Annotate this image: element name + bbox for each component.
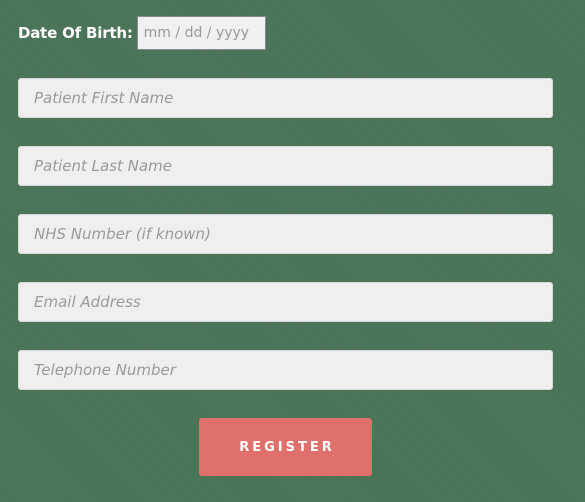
date-of-birth-placeholder: mm / dd / yyyy (143, 25, 250, 41)
date-of-birth-input[interactable]: mm / dd / yyyy (136, 16, 266, 50)
telephone-number-input[interactable] (18, 350, 553, 390)
date-of-birth-row: Date Of Birth: mm / dd / yyyy (18, 16, 266, 50)
register-button[interactable]: REGISTER (199, 418, 372, 476)
nhs-number-input[interactable] (18, 214, 553, 254)
patient-last-name-input[interactable] (18, 146, 553, 186)
date-of-birth-label: Date Of Birth: (18, 24, 133, 42)
email-address-input[interactable] (18, 282, 553, 322)
patient-first-name-input[interactable] (18, 78, 553, 118)
